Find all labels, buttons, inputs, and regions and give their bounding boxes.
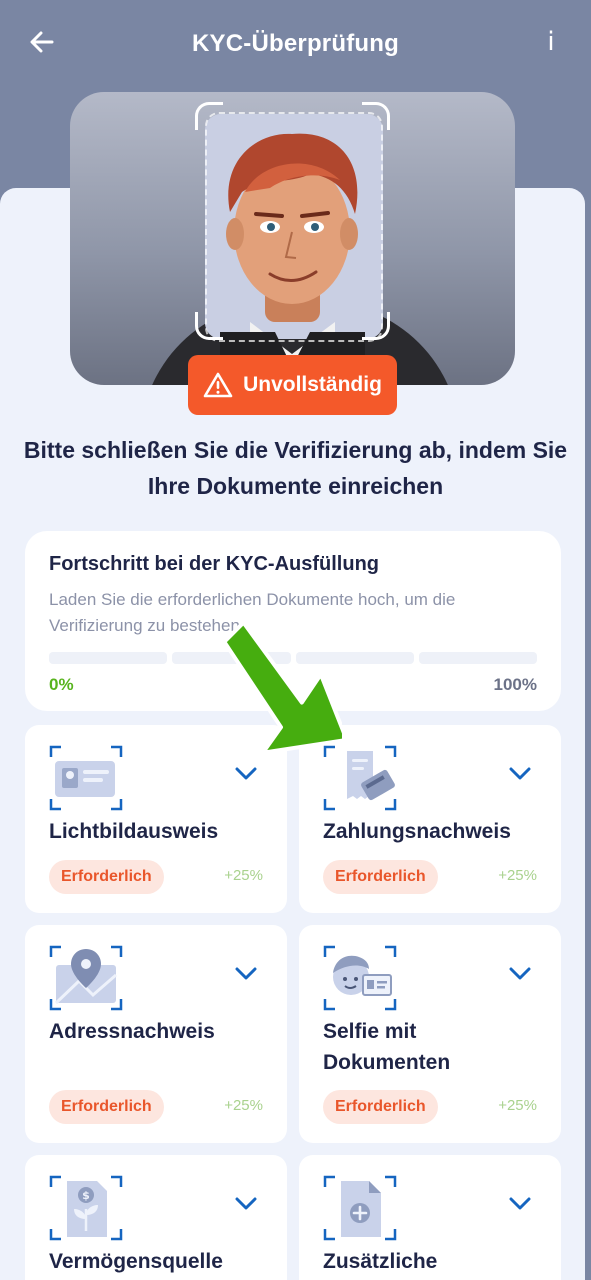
document-weight: +25%: [498, 1097, 537, 1114]
svg-text:$: $: [82, 1189, 90, 1202]
money-plant-icon: $: [49, 1175, 123, 1241]
document-title: Vermögensquelle: [49, 1250, 223, 1273]
back-button[interactable]: [26, 26, 58, 58]
chevron-down-icon[interactable]: [509, 1197, 531, 1211]
document-title: Selfie mit Dokumenten: [323, 1020, 451, 1074]
document-title: Lichtbildausweis: [49, 820, 219, 843]
document-title: Zahlungsnachweis: [323, 820, 511, 843]
frame-corner: [195, 102, 223, 130]
required-badge: Erforderlich: [49, 1090, 164, 1124]
instruction-headline: Bitte schließen Sie die Verifizierung ab…: [23, 437, 568, 499]
warning-icon: [203, 372, 233, 398]
add-document-icon: [323, 1175, 397, 1241]
chevron-down-icon[interactable]: [235, 967, 257, 981]
document-weight: +25%: [498, 867, 537, 884]
document-card-selfie[interactable]: Selfie mit Dokumenten Erforderlich +25%: [299, 925, 561, 1143]
selfie-id-icon: [323, 945, 397, 1011]
frame-corner: [195, 312, 223, 340]
arrow-left-icon: [30, 31, 54, 53]
document-weight: +25%: [224, 867, 263, 884]
document-card-address[interactable]: Adressnachweis Erforderlich +25%: [25, 925, 287, 1143]
progress-min-label: 0%: [49, 675, 74, 694]
required-badge: Erforderlich: [49, 860, 164, 894]
progress-segment: [418, 652, 537, 664]
progress-max-label: 100%: [493, 675, 537, 694]
id-card-icon: [49, 745, 123, 811]
document-weight: +25%: [224, 1097, 263, 1114]
chevron-down-icon[interactable]: [235, 1197, 257, 1211]
face-guide-frame: [205, 112, 383, 342]
status-badge: Unvollständig: [188, 355, 397, 415]
page-title: KYC-Überprüfung: [192, 30, 399, 57]
info-button[interactable]: i: [541, 26, 561, 58]
document-title: Adressnachweis: [49, 1020, 215, 1043]
map-pin-icon: [49, 945, 123, 1011]
document-title: Zusätzliche: [323, 1250, 438, 1273]
frame-corner: [362, 312, 390, 340]
chevron-down-icon[interactable]: [509, 967, 531, 981]
green-arrow-annotation: [222, 620, 342, 755]
document-card-additional[interactable]: Zusätzliche: [299, 1155, 561, 1280]
status-label: Unvollständig: [243, 373, 382, 396]
frame-corner: [362, 102, 390, 130]
avatar-hero: [70, 92, 515, 385]
progress-segment: [49, 652, 168, 664]
progress-title: Fortschritt bei der KYC-Ausfüllung: [49, 553, 379, 575]
required-badge: Erforderlich: [323, 1090, 438, 1124]
top-bar: KYC-Überprüfung i: [0, 0, 591, 88]
document-card-wealth-source[interactable]: $ Vermögensquelle: [25, 1155, 287, 1280]
required-badge: Erforderlich: [323, 860, 438, 894]
chevron-down-icon[interactable]: [509, 767, 531, 781]
